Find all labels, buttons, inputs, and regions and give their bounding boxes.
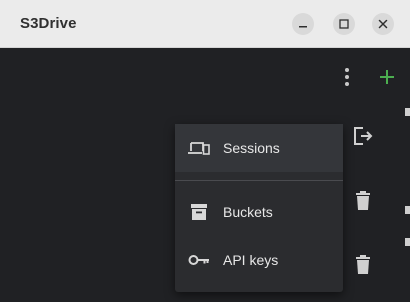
key-icon <box>188 255 209 265</box>
trash-icon[interactable] <box>353 254 373 276</box>
close-icon <box>378 19 388 29</box>
maximize-button[interactable] <box>333 13 355 35</box>
more-vert-icon[interactable] <box>337 66 357 88</box>
minimize-button[interactable] <box>292 13 314 35</box>
title-bar[interactable]: S3Drive <box>0 0 410 48</box>
clipped-text-fragment <box>405 108 410 116</box>
minimize-icon <box>299 26 307 28</box>
menu-item-sessions[interactable]: Sessions <box>175 124 343 172</box>
menu-item-buckets[interactable]: Buckets <box>175 188 343 236</box>
clipped-text-fragment <box>405 238 410 246</box>
popup-menu: Sessions Buckets API keys <box>175 124 343 292</box>
menu-divider <box>175 180 343 181</box>
maximize-icon <box>339 19 349 29</box>
menu-item-api-keys[interactable]: API keys <box>175 236 343 284</box>
app-window: S3Drive Sessions Buckets API keys <box>0 0 410 302</box>
trash-icon[interactable] <box>353 190 373 212</box>
window-title: S3Drive <box>20 15 77 32</box>
archive-icon <box>191 204 207 220</box>
menu-label: Sessions <box>223 140 280 156</box>
menu-label: API keys <box>223 252 279 268</box>
devices-icon <box>188 142 210 155</box>
logout-icon[interactable] <box>351 124 375 148</box>
menu-label: Buckets <box>223 204 273 220</box>
add-icon[interactable] <box>376 66 398 88</box>
close-button[interactable] <box>372 13 394 35</box>
clipped-text-fragment <box>405 206 410 214</box>
